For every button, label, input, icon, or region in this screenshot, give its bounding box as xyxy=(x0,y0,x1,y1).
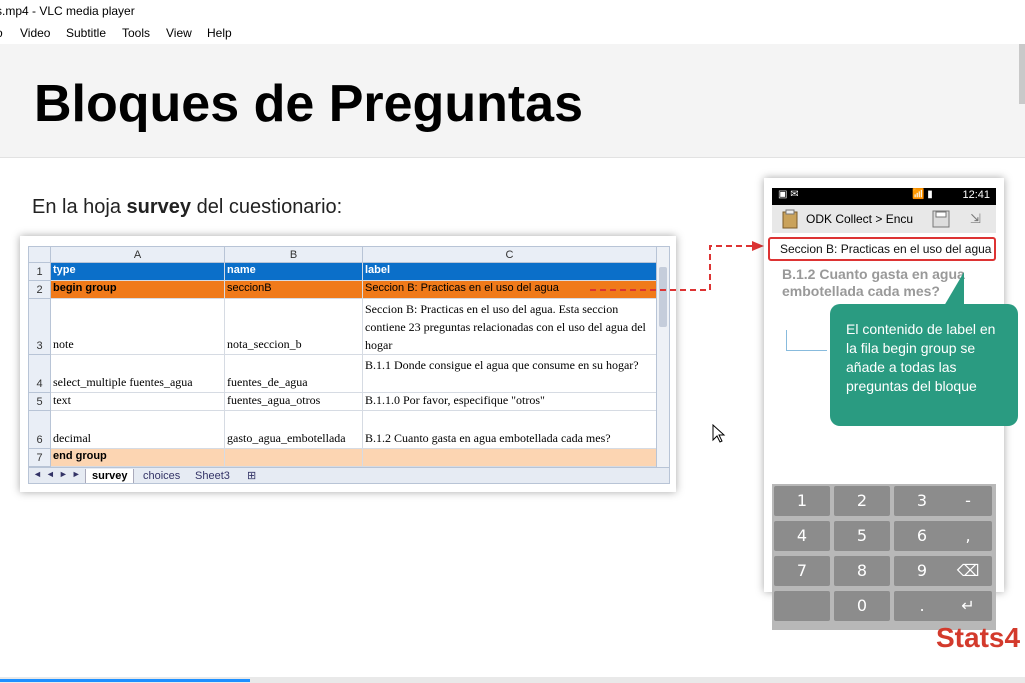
cell: nota_seccion_b xyxy=(225,299,363,355)
phone-time: 12:41 xyxy=(962,189,990,201)
group-label-highlight: Seccion B: Practicas en el uso del agua xyxy=(768,237,996,261)
backspace-key-icon: ⌫ xyxy=(944,556,992,586)
key-7: 7 xyxy=(774,556,830,586)
subtitle-prefix: En la hoja xyxy=(32,196,127,218)
enter-key-icon: ↵ xyxy=(944,591,992,621)
menu-bar: o Video Subtitle Tools View Help xyxy=(0,22,1025,44)
phone-status-bar: ▣ ✉ 📶 ▮ 12:41 xyxy=(772,188,996,205)
key-9: 9 xyxy=(894,556,950,586)
row-number: 1 xyxy=(29,263,51,281)
cell: name xyxy=(225,263,363,281)
key-6: 6 xyxy=(894,521,950,551)
cell: B.1.2 Cuanto gasta en agua embotellada c… xyxy=(363,411,657,449)
menu-view[interactable]: View xyxy=(166,26,192,40)
window-title: s.mp4 - VLC media player xyxy=(0,4,135,18)
odk-app-title: ODK Collect > Encu xyxy=(806,212,914,226)
key-period: . xyxy=(894,591,950,621)
key-4: 4 xyxy=(774,521,830,551)
cell: type xyxy=(51,263,225,281)
cell: seccionB xyxy=(225,281,363,299)
notification-icons: ▣ ✉ xyxy=(778,189,799,200)
cell: fuentes_de_agua xyxy=(225,355,363,393)
dashed-connector xyxy=(590,241,764,291)
cell: note xyxy=(51,299,225,355)
subtitle-bold: survey xyxy=(126,196,192,218)
mouse-cursor-icon xyxy=(712,424,726,443)
key-2: 2 xyxy=(834,486,890,516)
slide-subtitle: En la hoja survey del cuestionario: xyxy=(32,196,342,219)
cell: Seccion B: Practicas en el uso del agua.… xyxy=(363,299,657,355)
key-0: 0 xyxy=(834,591,890,621)
subtitle-suffix: del cuestionario: xyxy=(191,196,343,218)
corner-cell xyxy=(29,247,51,263)
key-space xyxy=(774,591,830,621)
sheet-tabs-bar: ◄◄►► survey choices Sheet3 ⊞ xyxy=(29,467,669,483)
window-titlebar: s.mp4 - VLC media player xyxy=(0,0,1025,22)
menu-tools[interactable]: Tools xyxy=(122,26,150,40)
signal-battery-icon: 📶 ▮ xyxy=(912,189,933,200)
row-number: 6 xyxy=(29,411,51,449)
answer-input xyxy=(786,330,827,351)
row-number: 3 xyxy=(29,299,51,355)
key-1: 1 xyxy=(774,486,830,516)
clipboard-icon xyxy=(782,209,798,229)
row-number: 4 xyxy=(29,355,51,393)
key-5: 5 xyxy=(834,521,890,551)
save-icon xyxy=(932,210,950,228)
tab-nav-arrows-icon: ◄◄►► xyxy=(33,469,85,479)
cell xyxy=(363,449,657,467)
cell: fuentes_agua_otros xyxy=(225,393,363,411)
key-3: 3 xyxy=(894,486,950,516)
stats4-logo: Stats4 xyxy=(936,622,1021,653)
tab-survey: survey xyxy=(85,469,135,483)
menu-subtitle[interactable]: Subtitle xyxy=(66,26,106,40)
cell: decimal xyxy=(51,411,225,449)
menu-media[interactable]: o xyxy=(0,26,3,40)
video-frame[interactable]: Bloques de Preguntas En la hoja survey d… xyxy=(0,44,1025,677)
tab-sheet3: Sheet3 xyxy=(195,470,230,482)
cell: gasto_agua_embotellada xyxy=(225,411,363,449)
key-comma: , xyxy=(944,521,992,551)
seek-progress xyxy=(0,679,250,682)
odk-app-bar: ODK Collect > Encu ⇲ xyxy=(772,205,996,233)
slide-scroll-indicator xyxy=(1019,44,1025,104)
key-minus: - xyxy=(944,486,992,516)
spreadsheet-grid: A B C 1 type name label 2 begin group se… xyxy=(28,246,670,484)
menu-help[interactable]: Help xyxy=(207,26,232,40)
tab-choices: choices xyxy=(143,470,181,482)
spreadsheet-image: A B C 1 type name label 2 begin group se… xyxy=(20,236,676,492)
row-number: 5 xyxy=(29,393,51,411)
seek-bar[interactable] xyxy=(0,677,1025,683)
key-8: 8 xyxy=(834,556,890,586)
cell: B.1.1.0 Por favor, especifique "otros" xyxy=(363,393,657,411)
insert-sheet-icon: ⊞ xyxy=(247,470,257,482)
col-header-b: B xyxy=(225,247,363,263)
cell: begin group xyxy=(51,281,225,299)
menu-video[interactable]: Video xyxy=(20,26,50,40)
col-header-a: A xyxy=(51,247,225,263)
cell: text xyxy=(51,393,225,411)
language-icon: ⇲ xyxy=(970,211,981,226)
slide-title: Bloques de Preguntas xyxy=(34,75,583,133)
callout-tail xyxy=(944,272,964,306)
cell: select_multiple fuentes_agua xyxy=(51,355,225,393)
row-number: 2 xyxy=(29,281,51,299)
callout-box: El contenido de label en la fila begin g… xyxy=(830,304,1018,426)
slide-header: Bloques de Preguntas xyxy=(0,44,1025,158)
cell xyxy=(225,449,363,467)
cell: B.1.1 Donde consigue el agua que consume… xyxy=(363,355,657,393)
row-number: 7 xyxy=(29,449,51,467)
cell: end group xyxy=(51,449,225,467)
